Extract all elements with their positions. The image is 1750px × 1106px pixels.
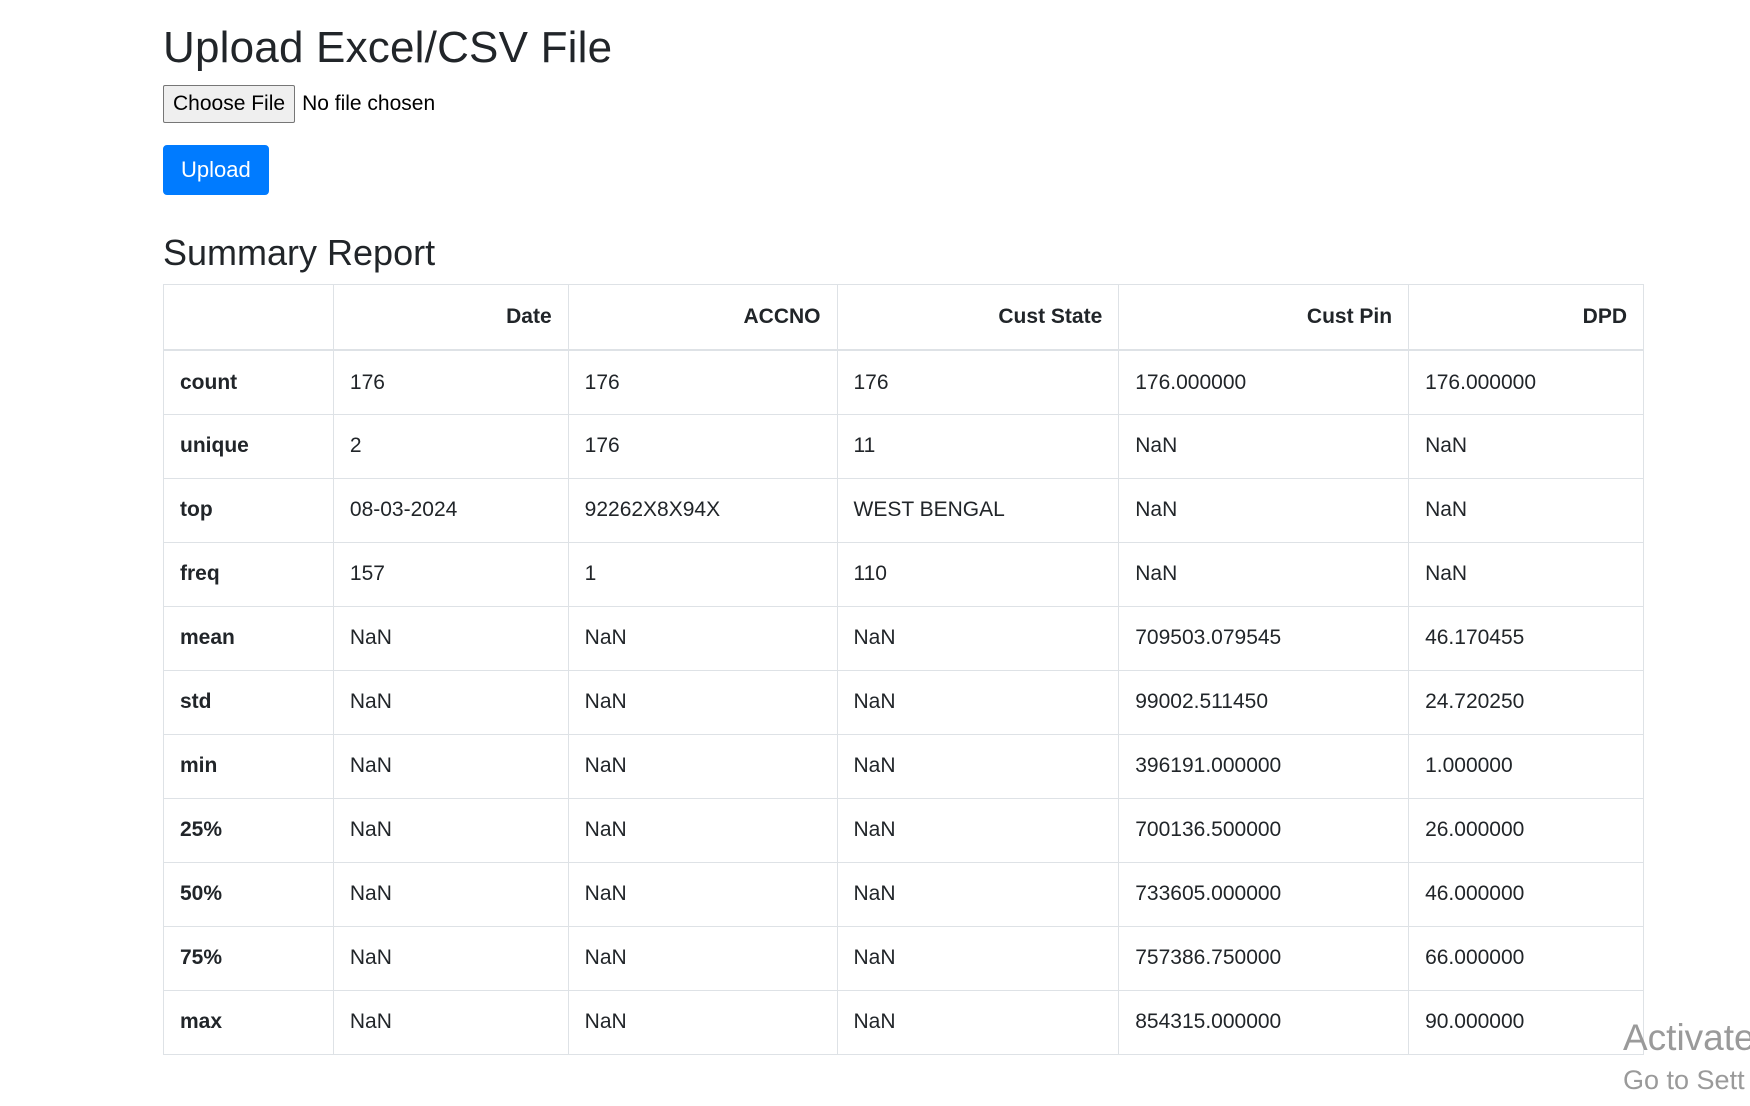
table-cell: NaN [836,605,1120,671]
table-cell: 66.000000 [1408,925,1644,991]
row-label: mean [163,605,334,671]
table-row: 50% NaN NaN NaN 733605.000000 46.000000 [163,861,1644,927]
table-row: max NaN NaN NaN 854315.000000 90.000000 [163,989,1644,1055]
table-cell: 176 [567,413,838,479]
table-cell: 92262X8X94X [567,477,838,543]
table-cell: 396191.000000 [1118,733,1410,799]
table-cell: NaN [836,861,1120,927]
table-cell: 08-03-2024 [332,477,569,543]
table-cell: NaN [836,925,1120,991]
table-cell: 700136.500000 [1118,797,1410,863]
table-cell: 733605.000000 [1118,861,1410,927]
table-cell: 1 [567,541,838,607]
table-cell: NaN [332,733,569,799]
row-label: 50% [163,861,334,927]
table-cell: NaN [1118,477,1410,543]
main-container: Upload Excel/CSV File Choose File No fil… [163,0,1644,1055]
table-cell: NaN [567,989,838,1055]
table-row: freq 157 1 110 NaN NaN [163,541,1644,607]
table-cell: NaN [1118,413,1410,479]
table-cell: NaN [567,605,838,671]
upload-button[interactable]: Upload [163,144,269,195]
row-label: std [163,669,334,735]
row-label: 25% [163,797,334,863]
table-row: 75% NaN NaN NaN 757386.750000 66.000000 [163,925,1644,991]
table-cell: NaN [332,797,569,863]
table-cell: 176 [567,349,838,415]
table-cell: NaN [836,733,1120,799]
table-cell: NaN [567,669,838,735]
page-title: Upload Excel/CSV File [163,23,613,72]
table-cell: 854315.000000 [1118,989,1410,1055]
table-cell: NaN [1408,477,1644,543]
table-cell: 99002.511450 [1118,669,1410,735]
table-row: min NaN NaN NaN 396191.000000 1.000000 [163,733,1644,799]
table-cell: NaN [1118,541,1410,607]
table-cell: 11 [836,413,1120,479]
table-row: top 08-03-2024 92262X8X94X WEST BENGAL NaN Na… [163,477,1644,543]
table-cell: 1.000000 [1408,733,1644,799]
row-label: 75% [163,925,334,991]
column-header: Cust Pin [1118,283,1410,352]
table-row: count 176 176 176 176.000000 176.000000 [163,349,1644,415]
table-cell: WEST BENGAL [836,477,1120,543]
table-cell: NaN [332,669,569,735]
file-input[interactable]: Choose File No file chosen [163,85,1643,124]
summary-table-body: count 176 176 176 176.000000 176.000000 unique… [163,349,1644,1055]
table-cell: 176 [836,349,1120,415]
choose-file-button[interactable]: Choose File [163,85,296,124]
table-cell: 90.000000 [1408,989,1644,1055]
table-cell: 110 [836,541,1120,607]
table-cell: NaN [567,733,838,799]
table-cell: 46.000000 [1408,861,1644,927]
table-cell: 26.000000 [1408,797,1644,863]
row-label: min [163,733,334,799]
table-cell: 709503.079545 [1118,605,1410,671]
table-row: unique 2 176 11 NaN NaN [163,413,1644,479]
row-label: freq [163,541,334,607]
table-row: mean NaN NaN NaN 709503.079545 46.170455 [163,605,1644,671]
table-cell: NaN [567,925,838,991]
table-cell: 176 [332,349,569,415]
table-cell: 157 [332,541,569,607]
table-cell: NaN [1408,541,1644,607]
header-row: Date ACCNO Cust State Cust Pin DPD [163,283,1644,352]
column-header: DPD [1408,283,1644,352]
summary-table: Date ACCNO Cust State Cust Pin DPD count 176 1… [163,283,1644,1055]
file-status-text: No file chosen [302,92,436,116]
column-header-index [163,283,334,352]
watermark-title: Activate [1623,1017,1750,1058]
table-cell: NaN [836,669,1120,735]
summary-title: Summary Report [163,231,436,273]
table-cell: 176.000000 [1118,349,1410,415]
table-cell: 24.720250 [1408,669,1644,735]
table-cell: NaN [332,861,569,927]
watermark-subtitle: Go to Sett [1623,1064,1745,1095]
row-label: unique [163,413,334,479]
table-cell: NaN [836,989,1120,1055]
table-cell: NaN [567,797,838,863]
page: Upload Excel/CSV File Choose File No fil… [0,0,1750,1106]
table-cell: NaN [332,989,569,1055]
table-cell: NaN [567,861,838,927]
activation-watermark: Activate Go to Sett [1623,1017,1750,1098]
table-cell: NaN [332,605,569,671]
summary-table-header: Date ACCNO Cust State Cust Pin DPD [163,283,1644,352]
row-label: count [163,349,334,415]
column-header: Date [332,283,569,352]
table-cell: 176.000000 [1408,349,1644,415]
table-row: std NaN NaN NaN 99002.511450 24.720250 [163,669,1644,735]
table-cell: NaN [836,797,1120,863]
table-cell: 46.170455 [1408,605,1644,671]
table-cell: 2 [332,413,569,479]
row-label: max [163,989,334,1055]
table-row: 25% NaN NaN NaN 700136.500000 26.000000 [163,797,1644,863]
table-cell: 757386.750000 [1118,925,1410,991]
column-header: Cust State [836,283,1120,352]
row-label: top [163,477,334,543]
table-cell: NaN [332,925,569,991]
table-cell: NaN [1408,413,1644,479]
column-header: ACCNO [567,283,838,352]
